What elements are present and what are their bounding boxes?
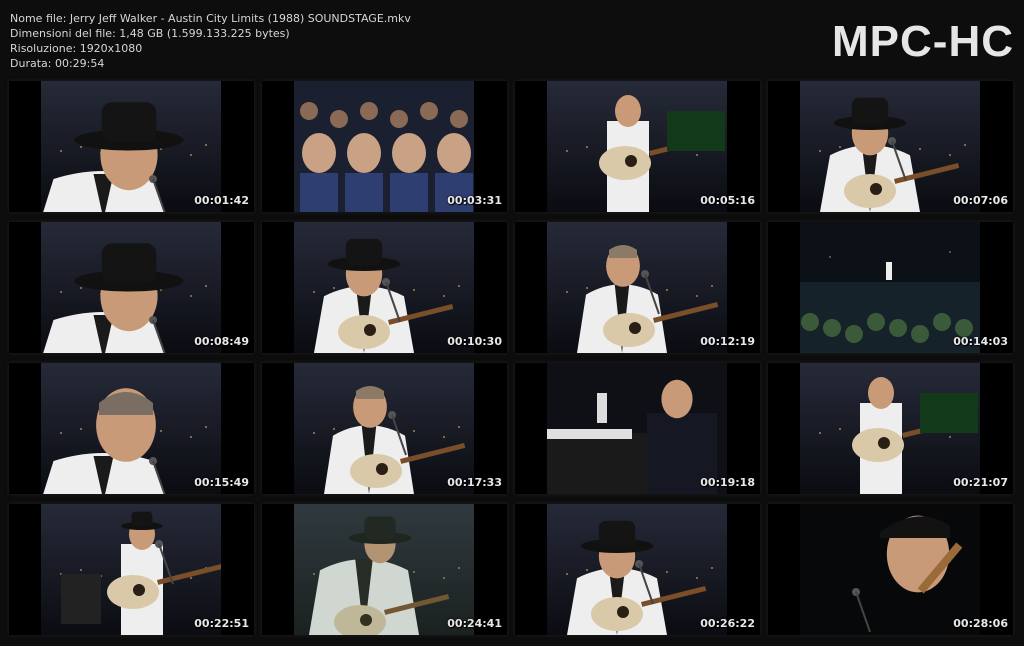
thumbnail: 00:10:30 (262, 222, 507, 353)
timestamp: 00:17:33 (447, 476, 502, 489)
thumbnail: 00:21:07 (768, 363, 1013, 494)
thumbnail: 00:14:03 (768, 222, 1013, 353)
timestamp: 00:07:06 (953, 194, 1008, 207)
thumbnail: 00:03:31 (262, 81, 507, 212)
frame-image (294, 222, 474, 353)
video-frame (547, 363, 727, 494)
thumbnail: 00:01:42 (9, 81, 254, 212)
timestamp: 00:22:51 (194, 617, 249, 630)
timestamp: 00:24:41 (447, 617, 502, 630)
frame-image (800, 363, 980, 494)
timestamp: 00:14:03 (953, 335, 1008, 348)
frame-image (547, 81, 727, 212)
frame-image (800, 81, 980, 212)
video-frame (800, 504, 980, 635)
video-frame (800, 81, 980, 212)
timestamp: 00:26:22 (700, 617, 755, 630)
thumbnail: 00:05:16 (515, 81, 760, 212)
timestamp: 00:28:06 (953, 617, 1008, 630)
thumbnail: 00:12:19 (515, 222, 760, 353)
video-frame (800, 363, 980, 494)
thumbnail: 00:15:49 (9, 363, 254, 494)
frame-image (547, 363, 727, 494)
timestamp: 00:19:18 (700, 476, 755, 489)
video-frame (547, 222, 727, 353)
timestamp: 00:08:49 (194, 335, 249, 348)
frame-image (41, 363, 221, 494)
timestamp: 00:10:30 (447, 335, 502, 348)
video-frame (41, 363, 221, 494)
video-frame (547, 504, 727, 635)
file-name: Nome file: Jerry Jeff Walker - Austin Ci… (10, 12, 411, 25)
video-frame (294, 504, 474, 635)
video-frame (41, 504, 221, 635)
file-info: Nome file: Jerry Jeff Walker - Austin Ci… (10, 11, 411, 71)
frame-image (547, 504, 727, 635)
video-frame (294, 222, 474, 353)
thumbnail: 00:19:18 (515, 363, 760, 494)
timestamp: 00:03:31 (447, 194, 502, 207)
video-frame (547, 81, 727, 212)
file-resolution: Risoluzione: 1920x1080 (10, 42, 143, 55)
thumbnail: 00:24:41 (262, 504, 507, 635)
frame-image (800, 222, 980, 353)
video-frame (41, 81, 221, 212)
video-frame (294, 81, 474, 212)
frame-image (547, 222, 727, 353)
thumbnail: 00:07:06 (768, 81, 1013, 212)
frame-image (41, 81, 221, 212)
thumbnail: 00:22:51 (9, 504, 254, 635)
timestamp: 00:12:19 (700, 335, 755, 348)
frame-image (294, 504, 474, 635)
video-frame (294, 363, 474, 494)
timestamp: 00:01:42 (194, 194, 249, 207)
file-size: Dimensioni del file: 1,48 GB (1.599.133.… (10, 27, 290, 40)
frame-image (294, 81, 474, 212)
app-logo: MPC-HC (832, 17, 1014, 66)
file-duration: Durata: 00:29:54 (10, 57, 105, 70)
frame-image (800, 504, 980, 635)
timestamp: 00:05:16 (700, 194, 755, 207)
thumbnail-grid: 00:01:42 00:03:31 00:05:16 00:07:06 00:0… (9, 81, 1013, 635)
frame-image (41, 222, 221, 353)
video-frame (41, 222, 221, 353)
thumbnail: 00:28:06 (768, 504, 1013, 635)
frame-image (41, 504, 221, 635)
thumbnail: 00:08:49 (9, 222, 254, 353)
timestamp: 00:21:07 (953, 476, 1008, 489)
thumbnail: 00:26:22 (515, 504, 760, 635)
timestamp: 00:15:49 (194, 476, 249, 489)
frame-image (294, 363, 474, 494)
video-frame (800, 222, 980, 353)
thumbnail: 00:17:33 (262, 363, 507, 494)
